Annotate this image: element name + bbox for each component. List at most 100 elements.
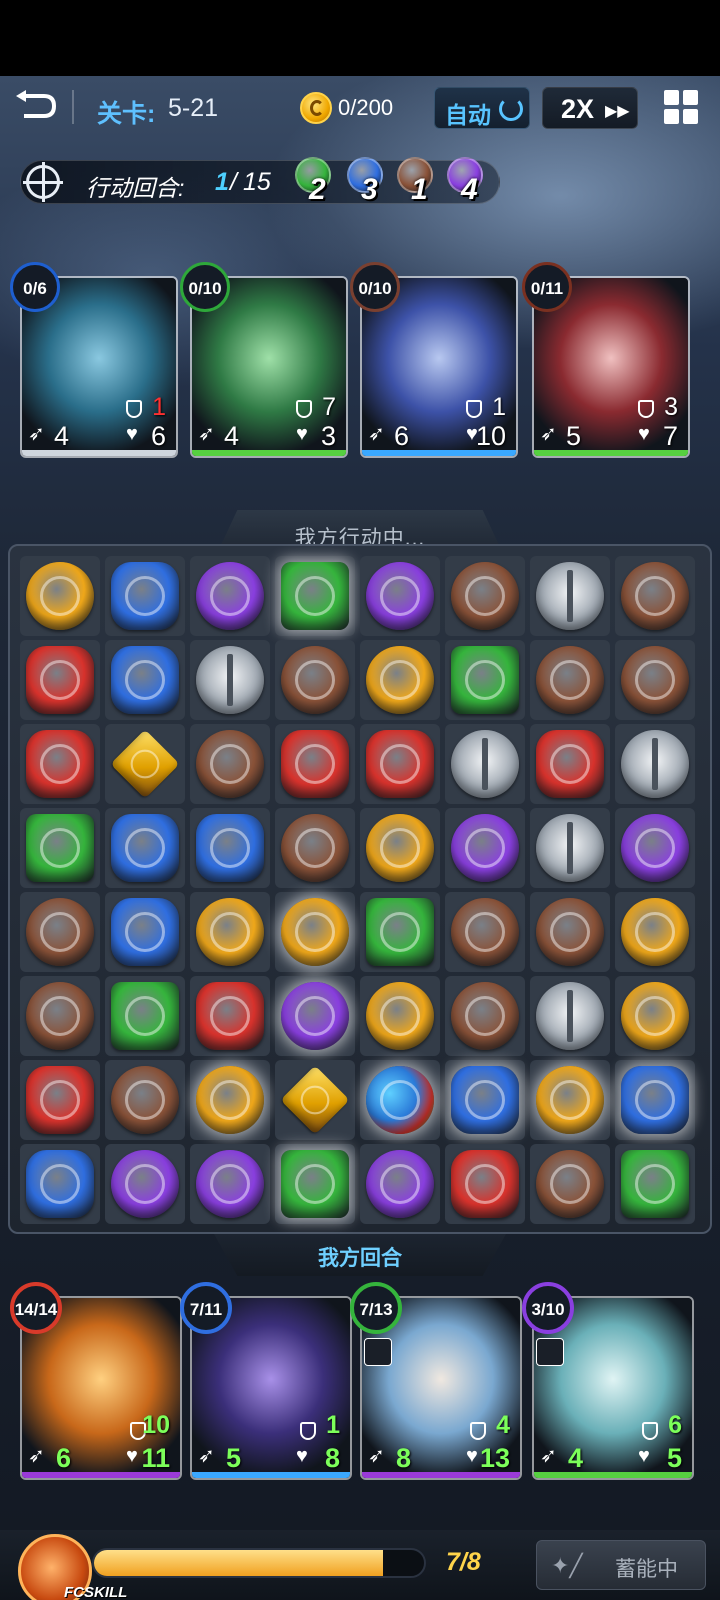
auto-button[interactable]: 自动 bbox=[434, 87, 530, 129]
turn-bar: 行动回合: 1 / 15 2314 bbox=[20, 157, 500, 206]
board-cell[interactable] bbox=[190, 808, 270, 888]
defense-value: 4 bbox=[496, 1411, 510, 1439]
red-gem-icon bbox=[451, 1150, 519, 1218]
speed-button[interactable]: 2X ▶▶ bbox=[542, 87, 638, 129]
board-cell[interactable] bbox=[20, 808, 100, 888]
board-cell[interactable] bbox=[360, 808, 440, 888]
board-cell[interactable] bbox=[275, 808, 355, 888]
board-cell[interactable] bbox=[20, 1144, 100, 1224]
speed-value: 4 bbox=[224, 421, 240, 451]
purple-gem-icon bbox=[196, 562, 264, 630]
board-cell[interactable] bbox=[360, 892, 440, 972]
board-cell[interactable] bbox=[445, 892, 525, 972]
coin-icon bbox=[300, 92, 332, 124]
board-cell[interactable] bbox=[190, 556, 270, 636]
brown-gem-icon bbox=[536, 898, 604, 966]
gem-symbol bbox=[380, 1080, 420, 1120]
board-cell[interactable] bbox=[190, 1144, 270, 1224]
board-cell[interactable] bbox=[445, 556, 525, 636]
board-cell[interactable] bbox=[105, 1060, 185, 1140]
board-cell[interactable] bbox=[275, 976, 355, 1056]
board-cell[interactable] bbox=[445, 976, 525, 1056]
gem-symbol bbox=[40, 660, 80, 700]
board-cell[interactable] bbox=[360, 640, 440, 720]
board-cell[interactable] bbox=[445, 640, 525, 720]
energy-badge-text: 0/10 bbox=[358, 279, 392, 298]
board-cell[interactable] bbox=[530, 640, 610, 720]
hp-value: 10 bbox=[475, 421, 506, 451]
board-cell[interactable] bbox=[445, 1060, 525, 1140]
gem-symbol bbox=[567, 570, 573, 622]
board-cell[interactable] bbox=[615, 556, 695, 636]
board-cell[interactable] bbox=[190, 976, 270, 1056]
board-cell[interactable] bbox=[20, 640, 100, 720]
board-cell[interactable] bbox=[20, 724, 100, 804]
board-cell[interactable] bbox=[615, 808, 695, 888]
speed-boot-icon: ➶ bbox=[198, 1445, 215, 1467]
board-cell[interactable] bbox=[530, 556, 610, 636]
board-cell[interactable] bbox=[615, 1060, 695, 1140]
board-cell[interactable] bbox=[360, 1144, 440, 1224]
board-cell[interactable] bbox=[105, 724, 185, 804]
board-cell[interactable] bbox=[445, 1144, 525, 1224]
board-cell[interactable] bbox=[20, 1060, 100, 1140]
board-cell[interactable] bbox=[190, 1060, 270, 1140]
board-cell[interactable] bbox=[20, 892, 100, 972]
board-cell[interactable] bbox=[275, 556, 355, 636]
board-cell[interactable] bbox=[105, 976, 185, 1056]
energy-badge: 0/6 bbox=[10, 262, 60, 312]
board-cell[interactable] bbox=[20, 556, 100, 636]
board-cell[interactable] bbox=[615, 640, 695, 720]
board-cell[interactable] bbox=[105, 892, 185, 972]
board-cell[interactable] bbox=[275, 892, 355, 972]
board-cell[interactable] bbox=[360, 556, 440, 636]
gem-symbol bbox=[40, 996, 80, 1036]
board-cell[interactable] bbox=[275, 1060, 355, 1140]
gem-symbol bbox=[635, 1164, 675, 1204]
board-cell[interactable] bbox=[615, 724, 695, 804]
gem-symbol bbox=[210, 576, 250, 616]
board-cell[interactable] bbox=[105, 808, 185, 888]
board-cell[interactable] bbox=[360, 976, 440, 1056]
board-cell[interactable] bbox=[615, 1144, 695, 1224]
board-cell[interactable] bbox=[530, 1060, 610, 1140]
board-cell[interactable] bbox=[530, 976, 610, 1056]
speed-boot-icon: ➶ bbox=[368, 1445, 385, 1467]
gem-symbol bbox=[40, 1164, 80, 1204]
board-cell[interactable] bbox=[275, 1144, 355, 1224]
board-cell[interactable] bbox=[615, 892, 695, 972]
board-cell[interactable] bbox=[105, 556, 185, 636]
refresh-icon bbox=[499, 97, 523, 121]
back-button[interactable] bbox=[14, 90, 58, 126]
gem-symbol bbox=[465, 1164, 505, 1204]
board-cell[interactable] bbox=[275, 640, 355, 720]
board-cell[interactable] bbox=[190, 640, 270, 720]
menu-button[interactable] bbox=[664, 90, 700, 126]
board-cell[interactable] bbox=[445, 724, 525, 804]
gem-symbol bbox=[635, 912, 675, 952]
blue-gem-icon bbox=[111, 898, 179, 966]
charge-button[interactable]: ✦╱ 蓄能中 bbox=[536, 1540, 706, 1590]
board-cell[interactable] bbox=[530, 1144, 610, 1224]
board-cell[interactable] bbox=[615, 976, 695, 1056]
gem-symbol bbox=[294, 1079, 336, 1121]
purple-gem-icon bbox=[111, 1150, 179, 1218]
board-cell[interactable] bbox=[530, 808, 610, 888]
gem-symbol bbox=[227, 654, 233, 706]
heart-icon: ♥ bbox=[126, 423, 138, 445]
board-cell[interactable] bbox=[360, 724, 440, 804]
gem-symbol bbox=[210, 828, 250, 868]
board-cell[interactable] bbox=[530, 892, 610, 972]
board-cell[interactable] bbox=[445, 808, 525, 888]
board-cell[interactable] bbox=[275, 724, 355, 804]
energy-badge: 14/14 bbox=[10, 1282, 62, 1334]
board-cell[interactable] bbox=[530, 724, 610, 804]
board-footer: 我方回合 bbox=[214, 1234, 506, 1276]
board-cell[interactable] bbox=[360, 1060, 440, 1140]
speed-boot-icon: ➶ bbox=[198, 423, 215, 445]
board-cell[interactable] bbox=[105, 1144, 185, 1224]
board-cell[interactable] bbox=[190, 724, 270, 804]
board-cell[interactable] bbox=[20, 976, 100, 1056]
board-cell[interactable] bbox=[190, 892, 270, 972]
board-cell[interactable] bbox=[105, 640, 185, 720]
